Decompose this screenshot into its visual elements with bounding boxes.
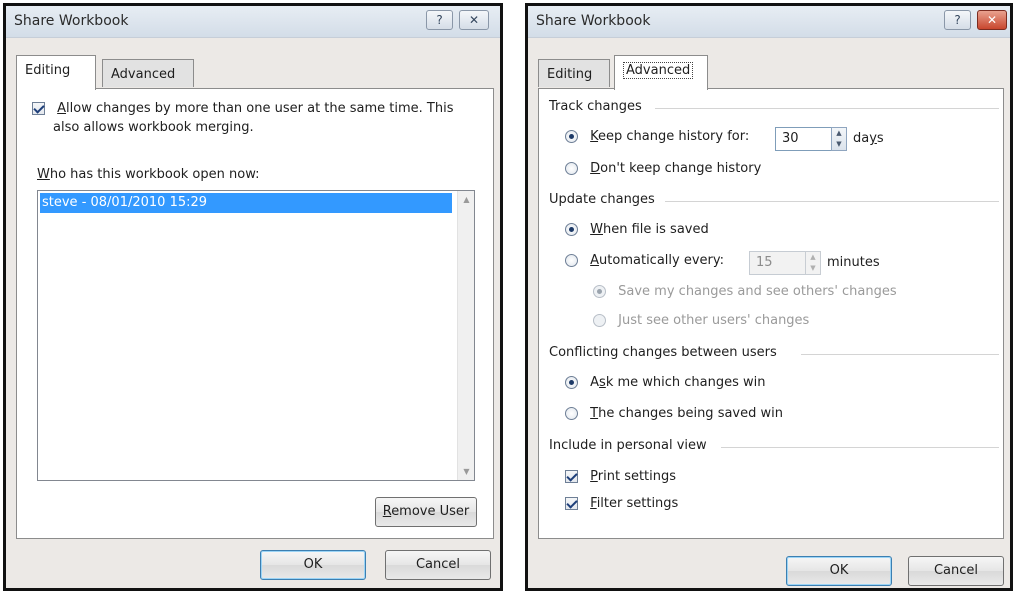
print-settings-option[interactable]: Print settings bbox=[565, 469, 676, 484]
minutes-label: minutes bbox=[827, 255, 880, 270]
tab-editing[interactable]: Editing bbox=[538, 59, 610, 87]
when-saved-label: When file is saved bbox=[590, 222, 709, 237]
dont-keep-history-label: Don't keep change history bbox=[590, 161, 762, 176]
ask-me-radio[interactable] bbox=[565, 376, 578, 389]
allow-changes-label-line1: Allow changes by more than one user at t… bbox=[57, 101, 454, 116]
dialog-title: Share Workbook bbox=[14, 13, 129, 29]
allow-changes-checkbox[interactable] bbox=[32, 102, 45, 115]
group-divider bbox=[801, 354, 999, 355]
save-and-see-label: Save my changes and see others' changes bbox=[618, 284, 897, 299]
tab-advanced-label: Advanced bbox=[623, 62, 694, 79]
cancel-button[interactable]: Cancel bbox=[908, 556, 1004, 586]
dont-keep-history-radio[interactable] bbox=[565, 162, 578, 175]
ask-me-option[interactable]: Ask me which changes win bbox=[565, 375, 766, 390]
advanced-panel: Track changes Keep change history for: 3… bbox=[538, 88, 1004, 539]
ok-button[interactable]: OK bbox=[260, 550, 366, 580]
changes-saved-win-option[interactable]: The changes being saved win bbox=[565, 406, 783, 421]
auto-minutes-input[interactable]: 15 bbox=[749, 251, 807, 275]
dialog-title: Share Workbook bbox=[536, 13, 651, 29]
help-button[interactable]: ? bbox=[426, 10, 453, 30]
print-settings-label: Print settings bbox=[590, 469, 677, 484]
close-button[interactable]: ✕ bbox=[459, 10, 489, 30]
cancel-button[interactable]: Cancel bbox=[385, 550, 491, 580]
auto-every-label: Automatically every: bbox=[590, 253, 725, 268]
spin-down-icon[interactable]: ▼ bbox=[806, 263, 820, 274]
personal-view-heading: Include in personal view bbox=[549, 438, 707, 453]
just-see-label: Just see other users' changes bbox=[618, 313, 810, 328]
print-settings-checkbox[interactable] bbox=[565, 470, 578, 483]
spin-up-icon[interactable]: ▲ bbox=[832, 128, 846, 139]
changes-saved-win-label: The changes being saved win bbox=[590, 406, 783, 421]
help-button[interactable]: ? bbox=[944, 10, 971, 30]
title-bar: Share Workbook ? ✕ bbox=[6, 6, 500, 38]
group-divider bbox=[721, 447, 999, 448]
auto-every-radio[interactable] bbox=[565, 254, 578, 267]
auto-every-option[interactable]: Automatically every: bbox=[565, 253, 724, 268]
keep-history-radio[interactable] bbox=[565, 130, 578, 143]
tab-advanced[interactable]: Advanced bbox=[102, 59, 194, 87]
ask-me-label: Ask me which changes win bbox=[590, 375, 766, 390]
filter-settings-label: Filter settings bbox=[590, 496, 679, 511]
track-changes-heading: Track changes bbox=[549, 99, 642, 114]
scroll-up-icon[interactable]: ▲ bbox=[458, 191, 475, 208]
share-workbook-dialog-editing: Share Workbook ? ✕ Editing Advanced Allo… bbox=[3, 3, 503, 591]
when-saved-option[interactable]: When file is saved bbox=[565, 222, 709, 237]
share-workbook-dialog-advanced: Share Workbook ? ✕ Editing Advanced Trac… bbox=[525, 3, 1013, 591]
when-saved-radio[interactable] bbox=[565, 223, 578, 236]
ok-button[interactable]: OK bbox=[786, 556, 892, 586]
filter-settings-option[interactable]: Filter settings bbox=[565, 496, 678, 511]
changes-saved-win-radio[interactable] bbox=[565, 407, 578, 420]
list-item[interactable]: steve - 08/01/2010 15:29 bbox=[40, 193, 452, 213]
title-bar: Share Workbook ? ✕ bbox=[528, 6, 1010, 38]
just-see-option[interactable]: Just see other users' changes bbox=[593, 313, 809, 328]
spin-down-icon[interactable]: ▼ bbox=[832, 139, 846, 150]
keep-history-label: Keep change history for: bbox=[590, 129, 750, 144]
auto-minutes-spinner[interactable]: ▲ ▼ bbox=[805, 251, 821, 275]
close-button[interactable]: ✕ bbox=[977, 10, 1007, 30]
dont-keep-history-option[interactable]: Don't keep change history bbox=[565, 161, 761, 176]
scroll-down-icon[interactable]: ▼ bbox=[458, 463, 475, 480]
allow-changes-label-line2: also allows workbook merging. bbox=[53, 120, 254, 135]
tab-editing[interactable]: Editing bbox=[16, 55, 96, 90]
days-label: days bbox=[853, 131, 884, 146]
who-has-open-label: Who has this workbook open now: bbox=[37, 167, 260, 182]
conflicting-heading: Conflicting changes between users bbox=[549, 345, 777, 360]
just-see-radio[interactable] bbox=[593, 314, 606, 327]
keep-history-option[interactable]: Keep change history for: bbox=[565, 129, 749, 144]
tab-advanced[interactable]: Advanced bbox=[614, 55, 708, 90]
save-and-see-radio[interactable] bbox=[593, 285, 606, 298]
history-days-input[interactable]: 30 bbox=[775, 127, 833, 151]
remove-user-button[interactable]: Remove User bbox=[375, 497, 477, 527]
allow-changes-option[interactable]: Allow changes by more than one user at t… bbox=[32, 101, 454, 116]
group-divider bbox=[655, 108, 999, 109]
editing-panel: Allow changes by more than one user at t… bbox=[16, 88, 494, 539]
users-list[interactable]: steve - 08/01/2010 15:29 ▲ ▼ bbox=[37, 190, 475, 481]
filter-settings-checkbox[interactable] bbox=[565, 497, 578, 510]
group-divider bbox=[665, 201, 999, 202]
save-and-see-option[interactable]: Save my changes and see others' changes bbox=[593, 284, 897, 299]
users-list-scrollbar[interactable]: ▲ ▼ bbox=[457, 191, 474, 480]
history-days-spinner[interactable]: ▲ ▼ bbox=[831, 127, 847, 151]
spin-up-icon[interactable]: ▲ bbox=[806, 252, 820, 263]
update-changes-heading: Update changes bbox=[549, 192, 655, 207]
